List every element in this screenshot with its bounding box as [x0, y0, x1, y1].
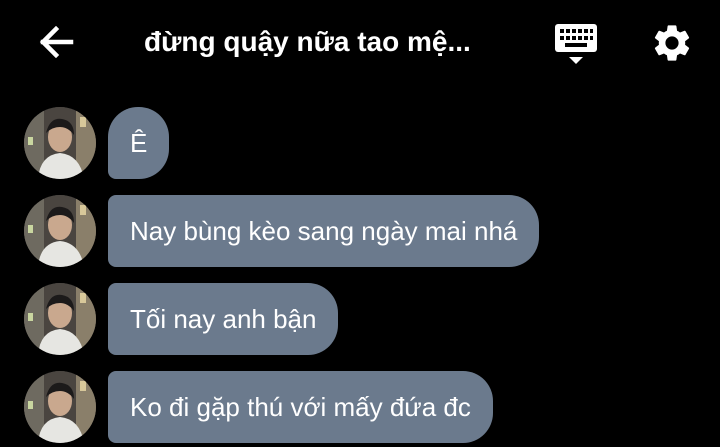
- message-list[interactable]: Ê Nay bùng kèo sang ngày mai nhá Tối nay…: [0, 0, 720, 447]
- message-row: Ko đi gặp thú với mấy đứa đc: [0, 371, 720, 443]
- avatar[interactable]: [24, 371, 96, 443]
- message-bubble[interactable]: Ê: [108, 107, 170, 179]
- avatar-photo: [24, 107, 96, 179]
- avatar-photo: [24, 283, 96, 355]
- message-row: Tối nay anh bận: [0, 283, 720, 355]
- avatar[interactable]: [24, 195, 96, 267]
- avatar-photo: [24, 371, 96, 443]
- avatar-photo: [24, 195, 96, 267]
- message-bubble[interactable]: Nay bùng kèo sang ngày mai nhá: [108, 195, 540, 267]
- avatar[interactable]: [24, 283, 96, 355]
- message-bubble[interactable]: Tối nay anh bận: [108, 283, 339, 355]
- message-bubble[interactable]: Ko đi gặp thú với mấy đứa đc: [108, 371, 493, 443]
- message-row: Nay bùng kèo sang ngày mai nhá: [0, 195, 720, 267]
- avatar[interactable]: [24, 107, 96, 179]
- message-row: Ê: [0, 107, 720, 179]
- chat-screen: đừng quậy nữa tao mệ... Ê Nay bùng kèo s…: [0, 0, 720, 447]
